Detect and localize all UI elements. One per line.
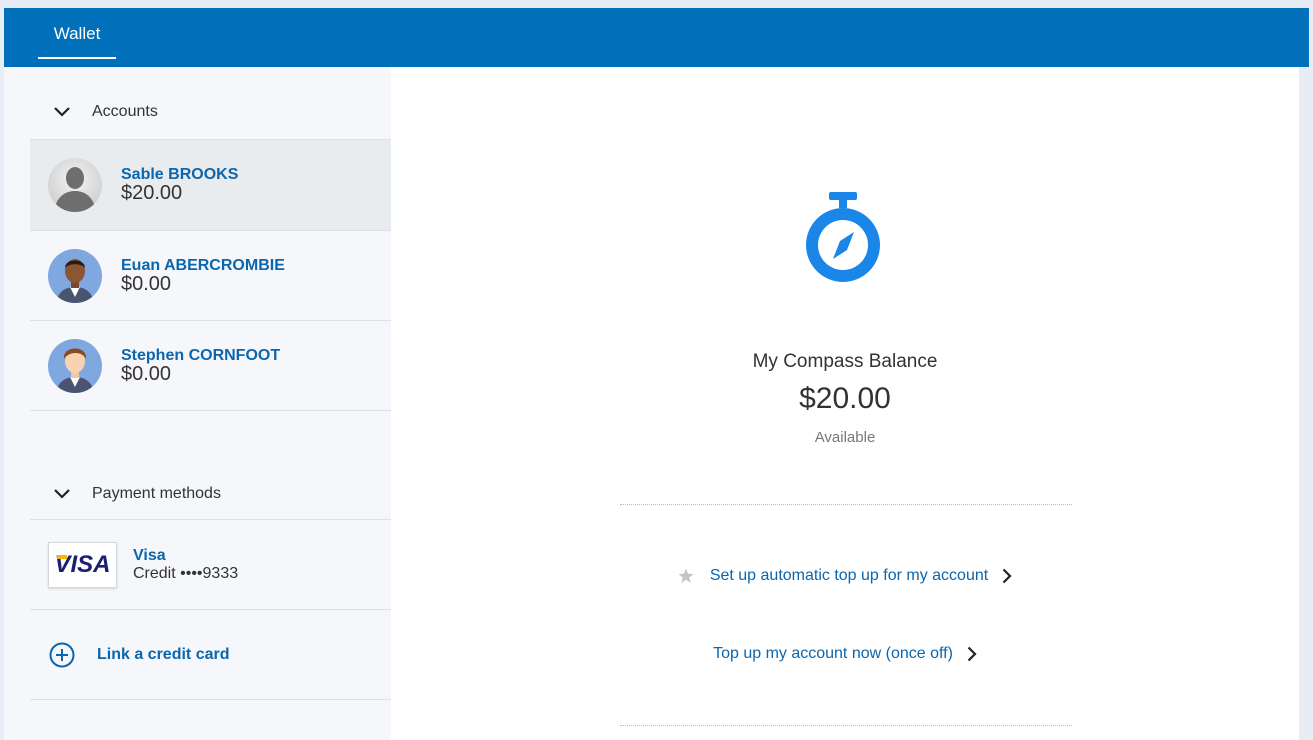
account-item-euan-abercrombie[interactable]: Euan ABERCROMBIE $0.00 <box>30 231 391 321</box>
divider <box>620 504 1072 505</box>
star-icon <box>678 568 694 583</box>
compass-stopwatch-icon <box>806 192 880 282</box>
chevron-right-icon <box>1002 568 1012 584</box>
top-navigation-bar: Wallet <box>4 8 1309 67</box>
payment-methods-heading: Payment methods <box>92 485 221 502</box>
balance-status: Available <box>814 429 876 446</box>
balance-amount: $20.00 <box>799 382 891 415</box>
tab-active-indicator <box>38 57 116 59</box>
man-avatar-icon <box>48 339 102 393</box>
account-name: Sable BROOKS <box>121 165 239 183</box>
man-avatar-icon <box>48 249 102 303</box>
visa-logo-icon: VISA <box>48 542 117 588</box>
card-name: Visa <box>133 547 166 564</box>
chevron-down-icon <box>54 489 70 499</box>
link-credit-card-button[interactable]: Link a credit card <box>30 610 391 700</box>
divider <box>30 410 391 411</box>
account-name: Euan ABERCROMBIE <box>121 256 285 274</box>
balance-panel: My Compass Balance $20.00 Available Set … <box>391 67 1299 740</box>
divider <box>30 699 391 700</box>
account-item-sable-brooks[interactable]: Sable BROOKS $20.00 <box>30 140 391 230</box>
payment-methods-section-toggle[interactable]: Payment methods <box>30 471 391 517</box>
chevron-right-icon <box>967 646 977 662</box>
link-credit-card-label: Link a credit card <box>97 646 230 663</box>
chevron-down-icon <box>54 107 70 117</box>
accounts-heading: Accounts <box>92 103 158 120</box>
payment-card-item[interactable]: VISA Visa Credit ••••9333 <box>30 520 391 610</box>
account-balance: $20.00 <box>121 181 183 204</box>
account-name: Stephen CORNFOOT <box>121 346 281 364</box>
default-avatar-icon <box>48 158 102 212</box>
balance-title: My Compass Balance <box>752 351 938 372</box>
topup-now-link[interactable]: Top up my account now (once off) <box>391 645 1299 663</box>
account-balance: $0.00 <box>121 272 172 295</box>
card-description: Credit ••••9333 <box>133 565 239 582</box>
account-balance: $0.00 <box>121 362 172 385</box>
sidebar: Accounts Sable BROOKS $20.00 Euan ABERCR… <box>4 67 391 740</box>
auto-topup-label: Set up automatic top up for my account <box>709 567 989 584</box>
plus-circle-icon <box>49 642 75 668</box>
account-item-stephen-cornfoot[interactable]: Stephen CORNFOOT $0.00 <box>30 321 391 411</box>
accounts-section-toggle[interactable]: Accounts <box>30 89 391 135</box>
divider <box>620 725 1072 726</box>
topup-now-label: Top up my account now (once off) <box>713 645 953 662</box>
auto-topup-link[interactable]: Set up automatic top up for my account <box>391 567 1299 585</box>
